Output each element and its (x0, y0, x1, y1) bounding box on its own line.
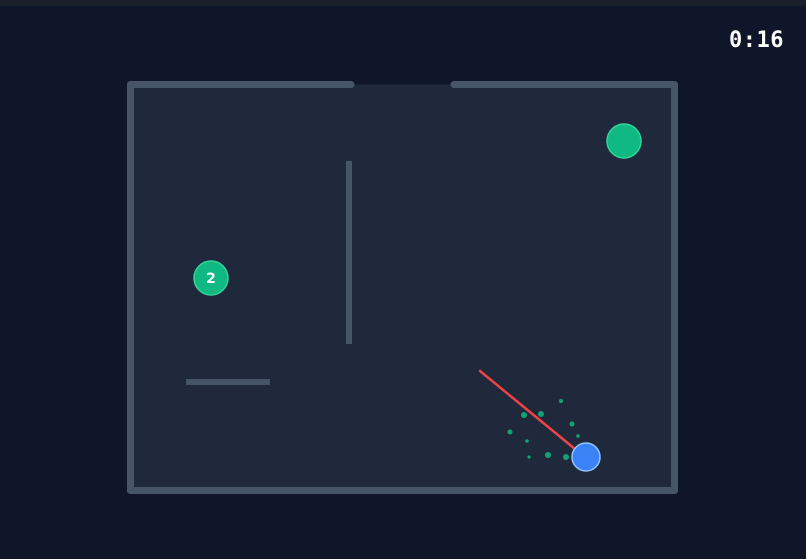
particle (525, 439, 529, 443)
target-ball-2[interactable]: 2 (193, 260, 229, 296)
target-ball-1[interactable] (606, 123, 642, 159)
particle (527, 455, 531, 459)
target-ball-icon (606, 123, 642, 159)
top-strip (0, 0, 806, 6)
particle (563, 454, 569, 460)
particle (545, 452, 551, 458)
particle (521, 412, 527, 418)
particle (576, 434, 580, 438)
particle (507, 429, 513, 435)
target-ball-label: 2 (206, 271, 216, 287)
game-arena[interactable]: 2 (127, 81, 678, 494)
particle (559, 399, 563, 403)
particle (538, 411, 544, 417)
particle (569, 421, 575, 427)
wall-horizontal-inner (186, 379, 270, 385)
player-ball-icon[interactable] (571, 442, 601, 472)
wall-vertical-inner (346, 161, 352, 344)
timer-display: 0:16 (729, 28, 784, 53)
